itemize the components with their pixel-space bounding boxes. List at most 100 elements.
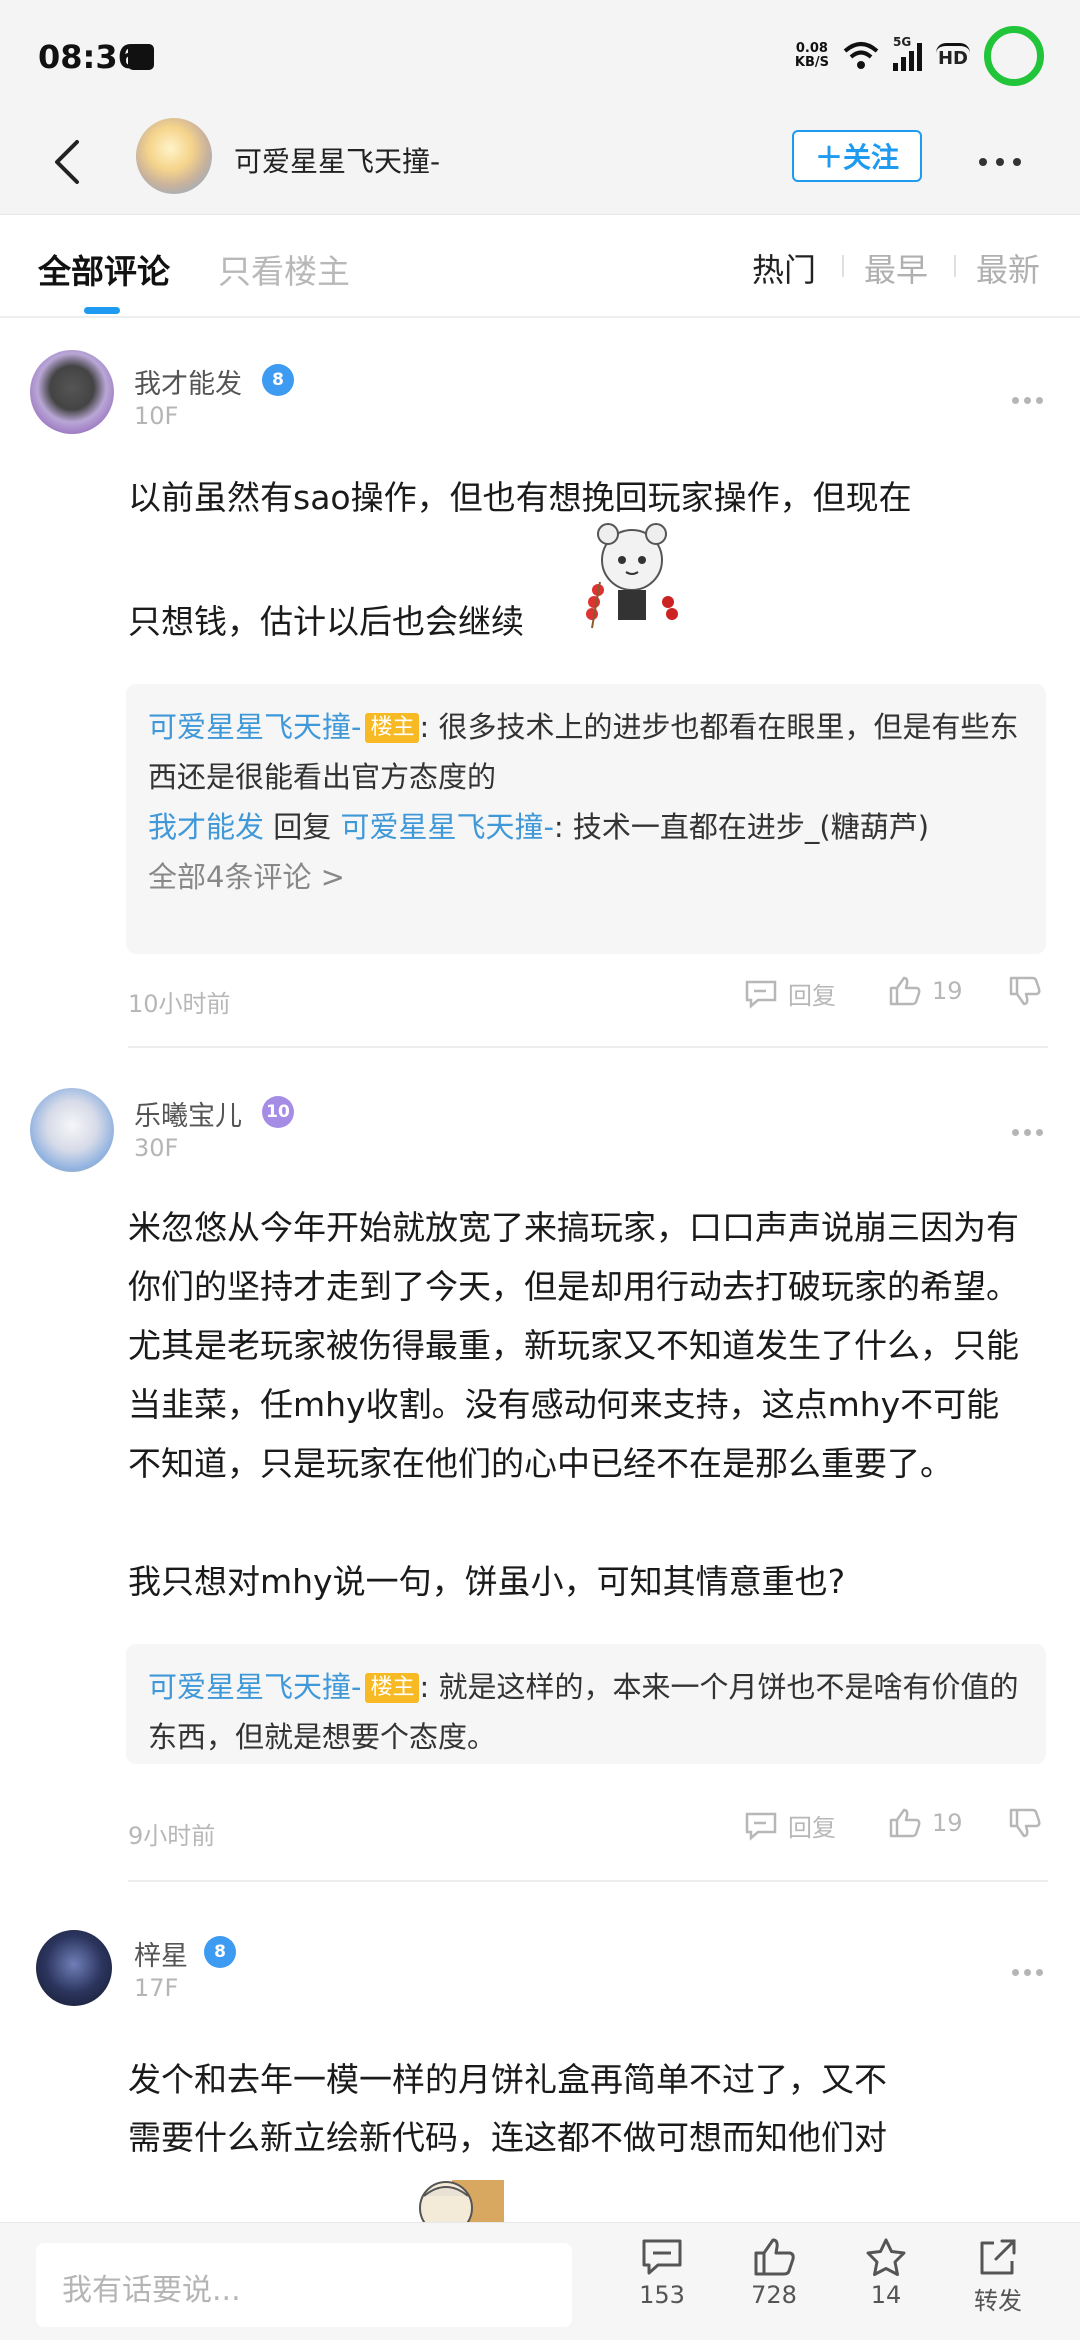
reply-verb: 回复 <box>264 810 341 844</box>
comment-compose-input[interactable]: 我有话要说... <box>36 2243 572 2327</box>
thumbs-down-icon <box>1009 1808 1041 1838</box>
reply-button[interactable]: 回复 <box>744 1808 836 1843</box>
net-speed-value: 0.08 <box>795 41 828 56</box>
sticker-image <box>586 523 678 629</box>
comment-text: 我只想对mhy说一句，饼虽小，可知其情意重也? <box>128 1562 846 1601</box>
comment-divider <box>128 1046 1048 1048</box>
star-icon <box>866 2238 906 2276</box>
sort-latest[interactable]: 最新 <box>976 245 1040 291</box>
like-button[interactable]: 19 <box>888 1808 963 1838</box>
like-post-button[interactable]: 728 <box>724 2237 824 2309</box>
reply-label: 回复 <box>788 1814 836 1842</box>
back-button[interactable] <box>36 132 96 192</box>
signal-icon: 5G <box>892 35 922 71</box>
chevron-left-icon <box>55 140 79 184</box>
share-button[interactable]: 转发 <box>948 2237 1048 2316</box>
share-icon <box>980 2239 1016 2275</box>
avatar[interactable] <box>30 350 114 434</box>
reply-preview-box[interactable]: 可爱星星飞天撞- 楼主: 很多技术上的进步也都看在眼里，但是有些东西还是很能看出官… <box>126 684 1046 954</box>
network-generation: 5G <box>892 35 912 49</box>
username[interactable]: 梓星 <box>134 1934 188 1973</box>
op-badge: 楼主 <box>365 1673 420 1703</box>
favorite-button[interactable]: 14 <box>836 2237 936 2309</box>
dislike-button[interactable] <box>1008 1808 1042 1838</box>
view-all-replies-link[interactable]: 全部4条评论 > <box>148 852 1024 902</box>
comment-icon <box>642 2239 682 2275</box>
status-indicators: 0.08 KB/S 5G HD <box>795 24 1044 88</box>
reply-author[interactable]: 可爱星星飞天撞- <box>148 1670 361 1704</box>
like-button[interactable]: 19 <box>888 976 963 1006</box>
comment-text-line: 发个和去年一模一样的月饼礼盒再简单不过了，又不 <box>128 2060 887 2099</box>
reply-author[interactable]: 我才能发 <box>148 810 264 844</box>
thumbs-up-icon <box>754 2238 795 2276</box>
favorites-count: 14 <box>870 2281 902 2309</box>
sort-hot[interactable]: 热门 <box>752 245 816 291</box>
thumbs-down-icon <box>1009 976 1041 1006</box>
comments-count: 153 <box>639 2281 685 2309</box>
net-speed-unit: KB/S <box>794 55 829 70</box>
avatar[interactable] <box>30 1088 114 1172</box>
likes-count: 728 <box>751 2281 797 2309</box>
follow-label: ＋关注 <box>814 141 899 174</box>
sort-divider <box>842 255 844 277</box>
comment-more-button[interactable] <box>1012 1962 1052 1982</box>
hd-icon: HD <box>935 43 970 69</box>
comment-time: 10小时前 <box>128 990 231 1018</box>
net-speed: 0.08 KB/S <box>795 42 829 70</box>
reply-item: 可爱星星飞天撞- 楼主: 很多技术上的进步也都看在眼里，但是有些东西还是很能看出官… <box>148 702 1024 802</box>
comment-text-line: 需要什么新立绘新代码，连这都不做可想而知他们对 <box>128 2118 887 2157</box>
reply-icon <box>745 1812 777 1841</box>
share-label: 转发 <box>974 2287 1022 2315</box>
comment-more-button[interactable] <box>1012 390 1052 410</box>
more-options-button[interactable] <box>970 132 1030 192</box>
avatar[interactable] <box>36 1930 112 2006</box>
reply-text: : 技术一直都在进步_(糖葫芦) <box>553 810 930 844</box>
floor-number: 10F <box>134 402 179 430</box>
level-badge: 10 <box>262 1096 294 1128</box>
like-count: 19 <box>932 1809 963 1837</box>
thumbs-up-icon <box>889 1808 921 1838</box>
reply-item: 我才能发 回复 可爱星星飞天撞-: 技术一直都在进步_(糖葫芦) <box>148 802 1024 852</box>
comment-item: 梓星 8 17F 发个和去年一模一样的月饼礼盒再简单不过了，又不 需要什么新立绘… <box>0 1882 1080 2222</box>
username[interactable]: 我才能发 <box>134 362 242 401</box>
wifi-icon <box>843 42 879 69</box>
comment-text-line: 以前虽然有sao操作，但也有想挽回玩家操作，但现在 <box>128 478 912 517</box>
like-count: 19 <box>932 977 963 1005</box>
username[interactable]: 乐曦宝儿 <box>134 1094 242 1133</box>
sort-divider <box>954 255 956 277</box>
reply-target[interactable]: 可爱星星飞天撞- <box>340 810 553 844</box>
reply-author[interactable]: 可爱星星飞天撞- <box>148 710 361 744</box>
comment-text-line: 只想钱，估计以后也会继续 <box>128 602 524 641</box>
follow-button[interactable]: ＋关注 <box>792 130 922 182</box>
reply-item: 可爱星星飞天撞- 楼主: 就是这样的，本来一个月饼也不是啥有价值的东西，但就是想要… <box>148 1662 1024 1762</box>
comment-item: 我才能发 8 10F 以前虽然有sao操作，但也有想挽回玩家操作，但现在 只想钱… <box>0 320 1080 1050</box>
comment-time: 9小时前 <box>128 1822 216 1850</box>
reply-button[interactable]: 回复 <box>744 976 836 1011</box>
floor-number: 17F <box>134 1974 179 2002</box>
tab-op-only[interactable]: 只看楼主 <box>218 245 350 293</box>
battery-ring-icon <box>984 26 1044 86</box>
dislike-button[interactable] <box>1008 976 1042 1006</box>
alarm-icon <box>128 44 154 70</box>
thumbs-up-icon <box>889 976 921 1006</box>
status-bar: 08:36 0.08 KB/S 5G HD <box>0 0 1080 110</box>
reply-preview-box[interactable]: 可爱星星飞天撞- 楼主: 就是这样的，本来一个月饼也不是啥有价值的东西，但就是想要… <box>126 1644 1046 1764</box>
reply-icon <box>745 980 777 1009</box>
comment-tabs: 全部评论 只看楼主 热门 最早 最新 <box>0 214 1080 318</box>
author-avatar[interactable] <box>136 118 212 194</box>
more-dots-icon <box>979 158 1021 166</box>
status-time: 08:36 <box>38 38 140 76</box>
sort-earliest[interactable]: 最早 <box>864 245 928 291</box>
page-title[interactable]: 可爱星星飞天撞- <box>234 140 440 180</box>
top-nav: 可爱星星飞天撞- ＋关注 <box>0 110 1080 214</box>
comment-more-button[interactable] <box>1012 1122 1052 1142</box>
sticker-image <box>419 2180 504 2222</box>
tab-all-comments[interactable]: 全部评论 <box>38 245 170 293</box>
bottom-action-bar: 我有话要说... 153 728 14 转发 <box>0 2222 1080 2340</box>
active-tab-indicator <box>84 307 120 314</box>
comment-item: 乐曦宝儿 10 30F 米忽悠从今年开始就放宽了来搞玩家，口口声声说崩三因为有你… <box>0 1050 1080 1882</box>
level-badge: 8 <box>204 1936 236 1968</box>
hd-label: HD <box>937 48 968 69</box>
comments-button[interactable]: 153 <box>612 2237 712 2309</box>
op-badge: 楼主 <box>365 713 420 743</box>
